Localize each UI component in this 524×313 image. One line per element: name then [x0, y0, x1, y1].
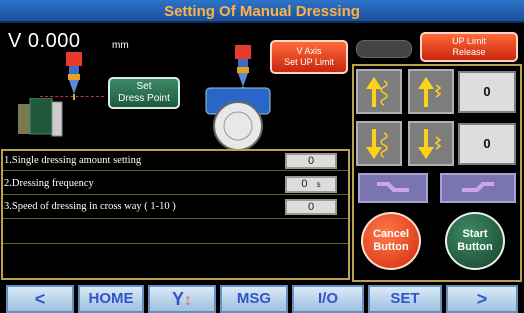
setting-label-frequency: 2.Dressing frequency — [4, 178, 94, 189]
jog-up-value[interactable]: 0 — [458, 71, 516, 113]
nav-io-button[interactable]: I/O — [292, 285, 364, 313]
frequency-input[interactable]: 0 s — [285, 176, 337, 193]
frequency-value: 0 — [301, 178, 308, 190]
bottom-nav: < HOME Y↕ MSG I/O SET > — [0, 285, 524, 313]
settings-divider-4 — [3, 243, 348, 244]
dress-left-button[interactable] — [358, 173, 428, 203]
arrow-down-slow-icon — [366, 128, 388, 159]
limit-status-indicator — [356, 40, 412, 58]
grinding-wheel-icon — [200, 86, 276, 152]
jog-down-value[interactable]: 0 — [458, 123, 516, 165]
page-title: Setting Of Manual Dressing — [0, 0, 524, 23]
single-amount-input[interactable]: 0 — [285, 153, 337, 169]
up-limit-release-button[interactable]: UP Limit Release — [420, 32, 518, 62]
dresser-tool-icon — [60, 52, 88, 102]
arrow-up-slow-icon — [366, 76, 388, 107]
jog-down-fast-button[interactable] — [408, 121, 454, 166]
up-down-arrow-icon: ↕ — [184, 292, 192, 309]
nav-next-button[interactable]: > — [446, 285, 518, 313]
nav-home-button[interactable]: HOME — [78, 285, 144, 313]
settings-divider-2 — [3, 194, 348, 195]
screen: Setting Of Manual Dressing V 0.000 mm Se… — [0, 0, 524, 313]
nav-set-button[interactable]: SET — [368, 285, 442, 313]
jog-down-slow-button[interactable] — [356, 121, 402, 166]
nav-prev-button[interactable]: < — [6, 285, 74, 313]
settings-divider-3 — [3, 218, 348, 219]
position-readout: V 0.000 — [8, 30, 81, 52]
arrow-up-fast-icon — [418, 76, 442, 107]
jog-up-fast-button[interactable] — [408, 69, 454, 114]
frequency-unit: s — [316, 180, 321, 189]
nav-y-label: Y — [171, 289, 184, 309]
setting-label-cross-speed: 3.Speed of dressing in cross way ( 1-10 … — [4, 201, 176, 212]
settings-divider-1 — [3, 170, 348, 171]
cancel-button[interactable]: Cancel Button — [361, 212, 421, 270]
dress-right-icon — [462, 182, 494, 192]
setting-label-single-amount: 1.Single dressing amount setting — [4, 155, 142, 166]
nav-msg-button[interactable]: MSG — [220, 285, 288, 313]
jog-up-slow-button[interactable] — [356, 69, 402, 114]
nav-y-axis-button[interactable]: Y↕ — [148, 285, 216, 313]
workpiece-icon — [18, 97, 66, 138]
start-button[interactable]: Start Button — [445, 212, 505, 270]
set-dress-point-button[interactable]: Set Dress Point — [108, 77, 180, 109]
unit-label: mm — [112, 40, 129, 51]
cross-speed-input[interactable]: 0 — [285, 199, 337, 215]
dress-left-icon — [377, 182, 409, 192]
arrow-down-fast-icon — [418, 128, 442, 159]
dress-right-button[interactable] — [440, 173, 516, 203]
v-axis-set-up-limit-button[interactable]: V Axis Set UP Limit — [270, 40, 348, 74]
